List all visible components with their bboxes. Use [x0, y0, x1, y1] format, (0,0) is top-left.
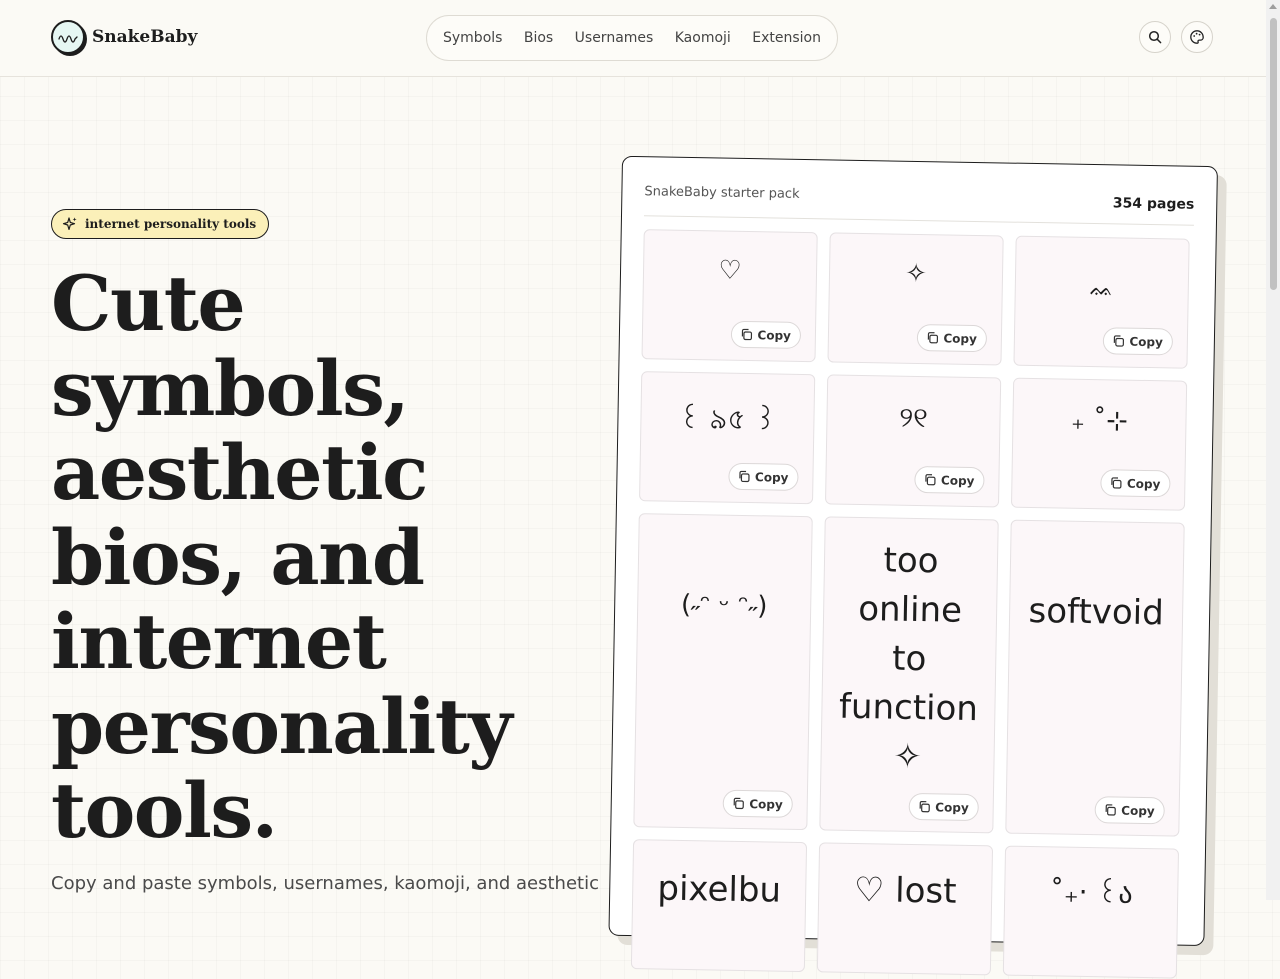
tile-text: (˶ᵔ ᵕ ᵔ˶): [680, 589, 768, 622]
headline-line: tools.: [51, 766, 278, 855]
symbol-grid: ♡ Copy ✧ Copy ᨐ Copy ꒰ ৯৫ ꒱ Copy ୨୧ Copy…: [630, 229, 1190, 979]
copy-label: Copy: [935, 799, 969, 815]
tile-text: ᨐ: [1089, 275, 1114, 301]
copy-label: Copy: [757, 327, 792, 343]
copy-icon: [741, 328, 752, 341]
symbol-tile[interactable]: too online to function ✧ Copy: [819, 516, 999, 834]
palette-icon: [1190, 30, 1204, 44]
copy-icon: [919, 801, 930, 813]
copy-label: Copy: [1129, 334, 1164, 349]
sparkles-icon: [62, 217, 77, 230]
tile-text: ♡ lost: [853, 869, 957, 912]
symbol-tile[interactable]: ♡ Copy: [641, 229, 818, 363]
symbol-tile[interactable]: softvoid Copy: [1005, 519, 1185, 837]
copy-button[interactable]: Copy: [913, 465, 985, 495]
symbol-tile[interactable]: ♡ lost: [816, 842, 994, 976]
copy-icon: [738, 470, 750, 483]
starter-pack-card: SnakeBaby starter pack 354 pages ♡ Copy …: [608, 155, 1218, 979]
tile-text: ✧: [904, 258, 928, 290]
copy-label: Copy: [940, 472, 975, 488]
copy-button[interactable]: Copy: [722, 789, 793, 818]
copy-icon: [1113, 335, 1124, 347]
nav-item-usernames[interactable]: Usernames: [575, 30, 654, 46]
copy-icon: [1110, 477, 1122, 489]
copy-button[interactable]: Copy: [916, 323, 988, 353]
card-header: SnakeBaby starter pack 354 pages: [643, 181, 1195, 226]
copy-icon: [927, 332, 938, 344]
search-button[interactable]: [1139, 21, 1171, 53]
copy-button[interactable]: Copy: [730, 320, 802, 349]
headline-line: internet: [51, 597, 387, 686]
badge-label: internet personality tools: [85, 217, 257, 231]
headline-line: Cute: [51, 259, 246, 348]
copy-button[interactable]: Copy: [727, 462, 799, 491]
nav-item-kaomoji[interactable]: Kaomoji: [675, 30, 731, 46]
copy-label: Copy: [1121, 803, 1155, 818]
symbol-tile[interactable]: ୨୧ Copy: [824, 374, 1002, 508]
headline-line: aesthetic: [51, 428, 428, 517]
nav-item-symbols[interactable]: Symbols: [443, 30, 502, 46]
symbol-tile[interactable]: (˶ᵔ ᵕ ᵔ˶) Copy: [633, 513, 813, 831]
copy-label: Copy: [749, 796, 783, 812]
copy-button[interactable]: Copy: [1094, 796, 1165, 825]
copy-label: Copy: [943, 330, 978, 346]
symbol-tile[interactable]: ˚₊‧ ꒰ა: [1002, 845, 1180, 979]
card-title: SnakeBaby starter pack: [644, 184, 800, 202]
tile-text: pixelbu: [657, 868, 782, 911]
tile-text: ₊ ˚⊹: [1070, 405, 1129, 437]
copy-button[interactable]: Copy: [1102, 327, 1174, 356]
symbol-tile[interactable]: ꒰ ৯৫ ꒱ Copy: [639, 371, 816, 505]
snake-logo-icon: [51, 20, 85, 54]
headline-line: symbols,: [51, 343, 410, 433]
symbol-tile[interactable]: ₊ ˚⊹ Copy: [1010, 377, 1188, 511]
symbol-tile[interactable]: pixelbu: [630, 839, 808, 973]
copy-icon: [924, 474, 936, 486]
nav-item-bios[interactable]: Bios: [524, 30, 553, 46]
tile-text: ୨୧: [898, 400, 929, 435]
hero-headline: Cute symbols, aesthetic bios, and intern…: [51, 259, 611, 855]
headline-line: personality: [51, 681, 513, 771]
main-nav: Symbols Bios Usernames Kaomoji Extension: [426, 15, 838, 61]
page-count: 354 pages: [1112, 195, 1195, 213]
search-icon: [1148, 30, 1162, 44]
tile-text: too online to function ✧: [838, 540, 979, 778]
symbol-tile[interactable]: ᨐ Copy: [1013, 235, 1190, 369]
scroll-thumb[interactable]: [1270, 18, 1277, 290]
page-scrollbar[interactable]: [1266, 0, 1280, 900]
brand-name: SnakeBaby: [92, 27, 198, 47]
theme-button[interactable]: [1181, 21, 1213, 53]
tile-text: softvoid: [1028, 590, 1165, 634]
headline-line: bios, and: [51, 512, 425, 602]
hero-subtext: Copy and paste symbols, usernames, kaomo…: [51, 873, 599, 894]
copy-button[interactable]: Copy: [908, 792, 979, 822]
hero-badge: internet personality tools: [51, 209, 270, 239]
scroll-up-arrow-icon[interactable]: [1269, 4, 1277, 9]
tile-text: ꒰ ৯৫ ꒱: [678, 401, 777, 437]
copy-button[interactable]: Copy: [1099, 469, 1171, 498]
tile-text: ♡: [718, 255, 742, 286]
site-header: SnakeBaby Symbols Bios Usernames Kaomoji…: [0, 0, 1266, 77]
nav-item-extension[interactable]: Extension: [752, 30, 821, 46]
copy-icon: [733, 797, 744, 810]
copy-label: Copy: [754, 469, 789, 485]
copy-icon: [1105, 804, 1116, 816]
brand-logo[interactable]: SnakeBaby: [51, 20, 197, 54]
copy-label: Copy: [1126, 476, 1161, 491]
symbol-tile[interactable]: ✧ Copy: [827, 232, 1004, 366]
tile-text: ˚₊‧ ꒰ა: [1049, 875, 1133, 910]
